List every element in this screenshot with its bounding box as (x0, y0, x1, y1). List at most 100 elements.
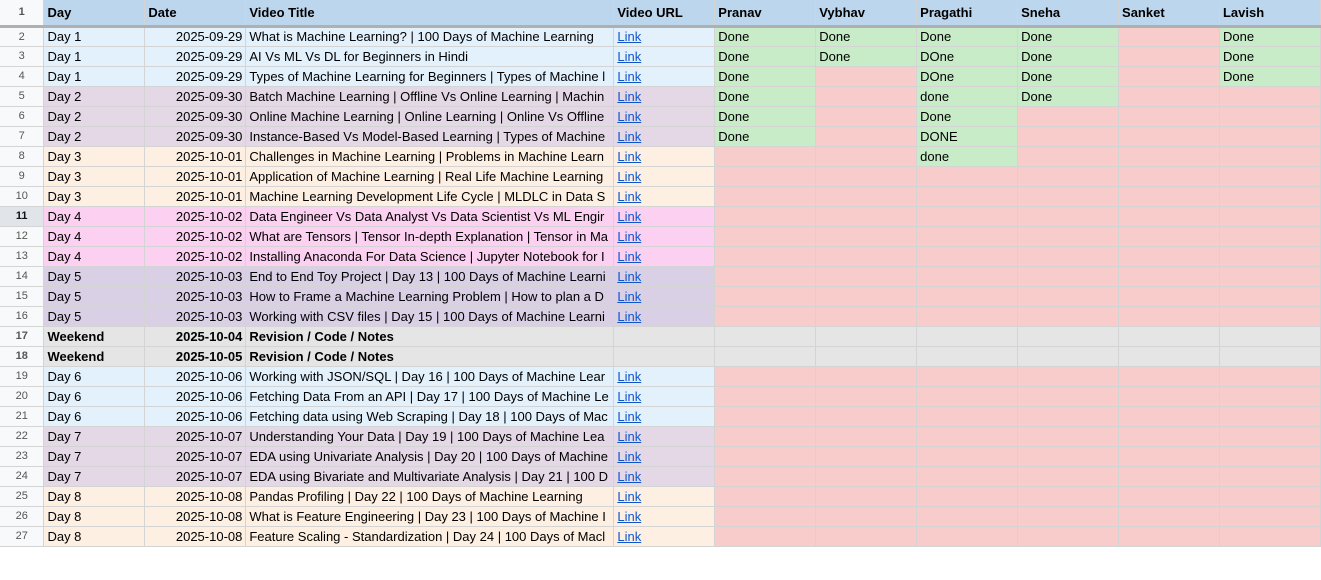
cell-status-sanket[interactable] (1118, 406, 1220, 427)
cell-status-vybhav[interactable] (815, 386, 918, 407)
video-link[interactable]: Link (617, 89, 641, 104)
cell-video-url[interactable] (613, 326, 716, 347)
video-link[interactable]: Link (617, 449, 641, 464)
row-number[interactable]: 12 (0, 226, 45, 247)
cell-status-pragathi[interactable] (916, 506, 1019, 527)
cell-status-lavish[interactable] (1219, 506, 1321, 527)
cell-status-lavish[interactable]: Done (1219, 26, 1321, 47)
cell-status-vybhav[interactable] (815, 286, 918, 307)
cell-status-vybhav[interactable] (815, 166, 918, 187)
video-link[interactable]: Link (617, 169, 641, 184)
row-number[interactable]: 23 (0, 446, 45, 467)
video-link[interactable]: Link (617, 69, 641, 84)
row-number[interactable]: 10 (0, 186, 45, 207)
cell-video-title[interactable]: AI Vs ML Vs DL for Beginners in Hindi (245, 46, 615, 67)
cell-status-sanket[interactable] (1118, 526, 1220, 547)
cell-day[interactable]: Day 5 (43, 306, 146, 327)
cell-status-vybhav[interactable] (815, 146, 918, 167)
cell-status-pranav[interactable] (714, 406, 817, 427)
cell-date[interactable]: 2025-10-04 (144, 326, 247, 347)
cell-status-sanket[interactable] (1118, 326, 1220, 347)
cell-video-title[interactable]: Revision / Code / Notes (245, 346, 615, 367)
row-number[interactable]: 5 (0, 86, 45, 107)
header-date[interactable]: Date (144, 0, 247, 28)
cell-video-title[interactable]: Fetching Data From an API | Day 17 | 100… (245, 386, 615, 407)
cell-video-title[interactable]: Working with CSV files | Day 15 | 100 Da… (245, 306, 615, 327)
video-link[interactable]: Link (617, 189, 641, 204)
cell-video-title[interactable]: What is Machine Learning? | 100 Days of … (245, 26, 615, 47)
cell-status-pragathi[interactable] (916, 206, 1019, 227)
cell-video-url[interactable]: Link (613, 406, 716, 427)
cell-day[interactable]: Day 7 (43, 426, 146, 447)
cell-date[interactable]: 2025-10-08 (144, 526, 247, 547)
cell-status-sanket[interactable] (1118, 246, 1220, 267)
cell-date[interactable]: 2025-10-01 (144, 166, 247, 187)
row-number[interactable]: 22 (0, 426, 45, 447)
cell-video-title[interactable]: What are Tensors | Tensor In-depth Expla… (245, 226, 615, 247)
cell-date[interactable]: 2025-10-02 (144, 206, 247, 227)
cell-date[interactable]: 2025-10-03 (144, 286, 247, 307)
cell-day[interactable]: Day 4 (43, 206, 146, 227)
cell-day[interactable]: Day 7 (43, 446, 146, 467)
cell-day[interactable]: Day 5 (43, 286, 146, 307)
header-lavish[interactable]: Lavish (1219, 0, 1321, 28)
video-link[interactable]: Link (617, 409, 641, 424)
cell-status-pranav[interactable] (714, 326, 817, 347)
cell-status-lavish[interactable] (1219, 226, 1321, 247)
cell-status-sneha[interactable]: Done (1017, 66, 1120, 87)
cell-status-lavish[interactable] (1219, 186, 1321, 207)
video-link[interactable]: Link (617, 29, 641, 44)
cell-status-pragathi[interactable]: DONE (916, 126, 1019, 147)
row-number[interactable]: 18 (0, 346, 45, 367)
cell-status-pragathi[interactable] (916, 266, 1019, 287)
cell-status-sneha[interactable]: Done (1017, 86, 1120, 107)
cell-status-vybhav[interactable] (815, 206, 918, 227)
video-link[interactable]: Link (617, 149, 641, 164)
cell-status-sanket[interactable] (1118, 386, 1220, 407)
cell-date[interactable]: 2025-10-05 (144, 346, 247, 367)
cell-video-title[interactable]: End to End Toy Project | Day 13 | 100 Da… (245, 266, 615, 287)
cell-status-pragathi[interactable] (916, 486, 1019, 507)
cell-status-sneha[interactable] (1017, 326, 1120, 347)
cell-status-sneha[interactable] (1017, 386, 1120, 407)
cell-status-vybhav[interactable] (815, 266, 918, 287)
header-pragathi[interactable]: Pragathi (916, 0, 1019, 28)
cell-status-sanket[interactable] (1118, 86, 1220, 107)
cell-status-lavish[interactable]: Done (1219, 46, 1321, 67)
cell-status-pragathi[interactable] (916, 366, 1019, 387)
cell-status-sneha[interactable] (1017, 366, 1120, 387)
cell-status-lavish[interactable] (1219, 206, 1321, 227)
cell-video-url[interactable]: Link (613, 86, 716, 107)
cell-status-sanket[interactable] (1118, 306, 1220, 327)
cell-video-url[interactable]: Link (613, 146, 716, 167)
cell-status-sanket[interactable] (1118, 366, 1220, 387)
cell-status-lavish[interactable] (1219, 526, 1321, 547)
cell-date[interactable]: 2025-09-29 (144, 46, 247, 67)
cell-status-vybhav[interactable] (815, 126, 918, 147)
cell-status-pranav[interactable] (714, 286, 817, 307)
cell-status-sanket[interactable] (1118, 186, 1220, 207)
cell-status-vybhav[interactable] (815, 306, 918, 327)
header-video-url[interactable]: Video URL (613, 0, 716, 28)
cell-status-pragathi[interactable] (916, 186, 1019, 207)
cell-status-pragathi[interactable]: Done (916, 26, 1019, 47)
cell-status-sanket[interactable] (1118, 26, 1220, 47)
cell-status-sneha[interactable] (1017, 106, 1120, 127)
cell-video-title[interactable]: Installing Anaconda For Data Science | J… (245, 246, 615, 267)
cell-day[interactable]: Day 8 (43, 486, 146, 507)
cell-status-pranav[interactable] (714, 446, 817, 467)
cell-video-title[interactable]: Batch Machine Learning | Offline Vs Onli… (245, 86, 615, 107)
cell-status-pranav[interactable]: Done (714, 126, 817, 147)
cell-status-sneha[interactable]: Done (1017, 26, 1120, 47)
cell-status-pragathi[interactable]: DOne (916, 46, 1019, 67)
cell-status-lavish[interactable] (1219, 86, 1321, 107)
cell-day[interactable]: Day 2 (43, 86, 146, 107)
cell-day[interactable]: Day 4 (43, 226, 146, 247)
cell-status-pranav[interactable] (714, 466, 817, 487)
header-sanket[interactable]: Sanket (1118, 0, 1220, 28)
video-link[interactable]: Link (617, 489, 641, 504)
cell-status-lavish[interactable] (1219, 146, 1321, 167)
cell-status-pranav[interactable] (714, 186, 817, 207)
cell-status-lavish[interactable] (1219, 346, 1321, 367)
cell-day[interactable]: Day 6 (43, 406, 146, 427)
